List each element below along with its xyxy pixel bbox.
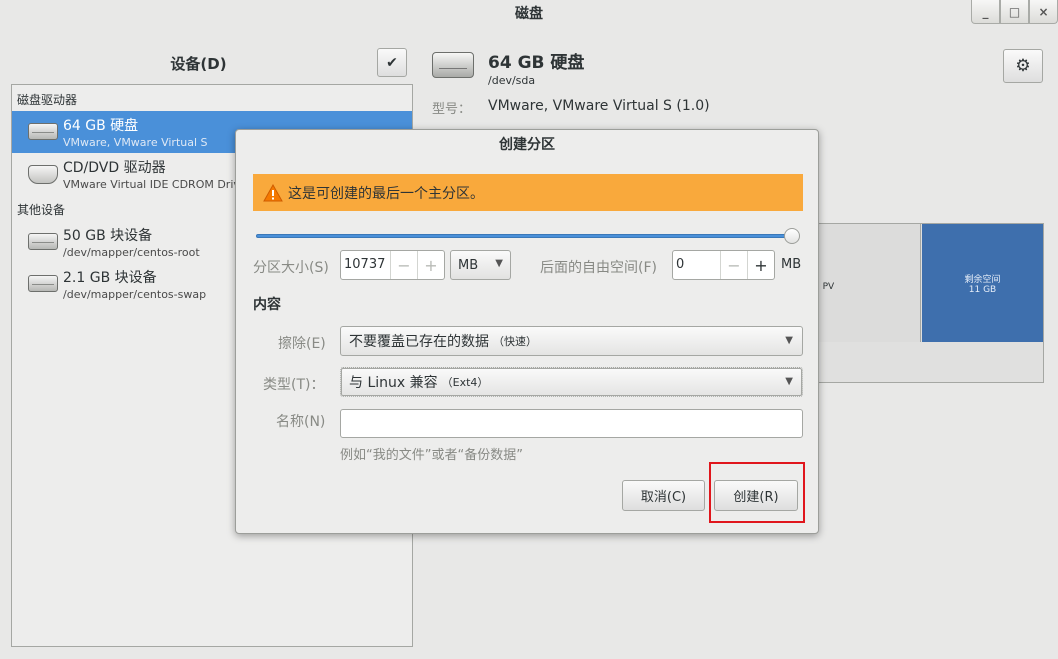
erase-note: （快速）: [493, 335, 537, 348]
block-device-icon: [28, 275, 58, 292]
free-after-unit: MB: [781, 257, 802, 272]
warning-text: 这是可创建的最后一个主分区。: [288, 185, 484, 202]
chevron-down-icon: ▼: [495, 258, 503, 269]
drive-options-button[interactable]: ⚙: [1003, 49, 1043, 83]
slider-handle[interactable]: [784, 228, 800, 244]
block-device-icon: [28, 233, 58, 250]
free-after-increment-button[interactable]: +: [747, 251, 774, 279]
select-mode-button[interactable]: ✔: [377, 48, 407, 77]
disk-path: /dev/sda: [488, 74, 536, 87]
hard-drive-icon: [28, 123, 58, 140]
dialog-title: 创建分区: [499, 137, 555, 153]
name-input[interactable]: [340, 409, 803, 438]
gear-icon: ⚙: [1015, 56, 1031, 76]
section-disk-drives: 磁盘驱动器: [17, 93, 78, 107]
warning-icon: [263, 183, 283, 201]
type-value: 与 Linux 兼容: [349, 375, 438, 391]
maximize-button[interactable]: □: [1000, 0, 1029, 24]
devices-header: 设备(D) ✔: [0, 30, 420, 84]
model-label: 型号：: [432, 102, 472, 117]
name-label: 名称(N): [276, 414, 326, 430]
devices-title: 设备(D): [170, 55, 227, 73]
size-label: 分区大小(S): [253, 260, 329, 276]
window-title: 磁盘: [515, 6, 543, 22]
erase-combo[interactable]: 不要覆盖已存在的数据 （快速） ▼: [340, 326, 803, 356]
free-space-size: 11 GB: [968, 285, 997, 295]
warning-infobar: 这是可创建的最后一个主分区。: [253, 174, 803, 211]
volume-segment-free[interactable]: 剩余空间 11 GB: [922, 224, 1043, 342]
size-input[interactable]: 10737: [341, 251, 390, 279]
volume-map: 2 PV 剩余空间 11 GB: [813, 223, 1044, 383]
size-unit-combo[interactable]: MB ▼: [450, 250, 511, 280]
disk-title: 64 GB 硬盘: [488, 53, 585, 73]
cancel-button[interactable]: 取消(C): [622, 480, 705, 511]
free-after-label: 后面的自由空间(F): [540, 260, 657, 276]
close-button[interactable]: ×: [1029, 0, 1058, 24]
erase-value: 不要覆盖已存在的数据: [349, 334, 489, 350]
minimize-button[interactable]: _: [971, 0, 1000, 24]
size-unit-value: MB: [458, 257, 479, 273]
partition-size-slider[interactable]: [256, 234, 798, 238]
window-titlebar: 磁盘 _ □ ×: [0, 0, 1058, 30]
name-hint: 例如“我的文件”或者“备份数据”: [340, 448, 523, 463]
content-heading: 内容: [253, 297, 281, 313]
free-after-input[interactable]: 0: [673, 251, 720, 279]
checkmark-icon: ✔: [386, 54, 398, 71]
free-space-label: 剩余空间: [964, 275, 1001, 285]
free-after-decrement-button[interactable]: −: [720, 251, 747, 279]
type-combo[interactable]: 与 Linux 兼容 （Ext4） ▼: [340, 367, 803, 397]
size-decrement-button[interactable]: −: [390, 251, 417, 279]
free-after-spinbutton[interactable]: 0 − +: [672, 250, 775, 280]
model-value: VMware, VMware Virtual S (1.0): [488, 98, 710, 114]
highlight-annotation-box: [709, 462, 805, 523]
chevron-down-icon: ▼: [785, 376, 793, 387]
erase-label: 擦除(E): [278, 336, 326, 352]
type-note: （Ext4）: [441, 376, 489, 389]
optical-drive-icon: [28, 165, 58, 184]
window-controls: _ □ ×: [971, 0, 1058, 24]
chevron-down-icon: ▼: [785, 335, 793, 346]
size-increment-button[interactable]: +: [417, 251, 444, 279]
type-label: 类型(T)：: [263, 377, 325, 393]
size-spinbutton[interactable]: 10737 − +: [340, 250, 445, 280]
hard-drive-icon: [432, 52, 474, 78]
volume-segment-pv[interactable]: 2 PV: [814, 224, 921, 342]
